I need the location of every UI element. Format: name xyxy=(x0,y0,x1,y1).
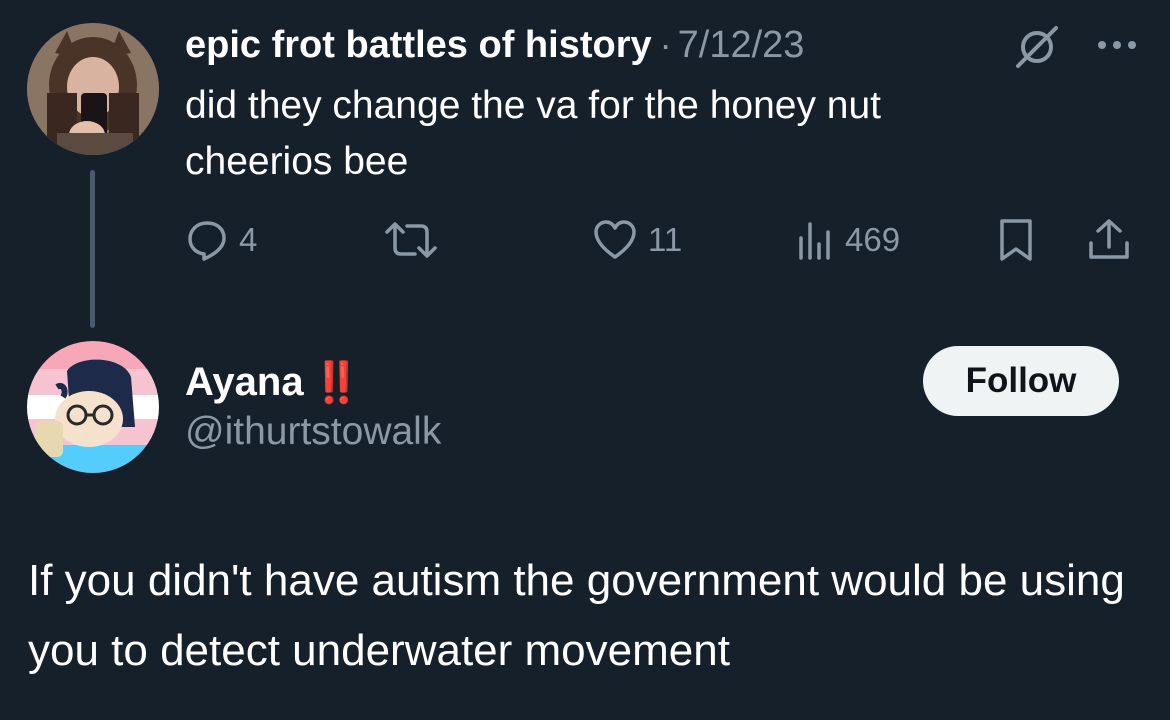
display-name[interactable]: Ayana xyxy=(185,360,304,405)
bookmark-button[interactable] xyxy=(996,212,1036,268)
share-icon xyxy=(1089,219,1129,259)
user-avatar-epic-frot[interactable] xyxy=(27,23,159,155)
reply-count: 4 xyxy=(239,221,258,258)
thread-connector-line xyxy=(90,170,95,328)
reply-author-name-row: Ayana ‼️ xyxy=(185,354,363,410)
like-button[interactable]: 11 xyxy=(592,212,682,268)
bookmark-icon xyxy=(1000,219,1032,261)
avatar-image xyxy=(27,23,159,155)
tweet-date[interactable]: 7/12/23 xyxy=(678,24,805,67)
like-count: 11 xyxy=(648,221,683,258)
reply-icon xyxy=(188,221,226,261)
retweet-icon xyxy=(385,222,437,258)
views-button[interactable]: 469 xyxy=(795,212,900,268)
follow-button[interactable]: Follow xyxy=(923,346,1119,416)
user-handle[interactable]: @ithurtstowalk xyxy=(185,410,441,454)
heart-icon xyxy=(594,220,636,259)
quoted-tweet-text: did they change the va for the honey nut… xyxy=(185,84,882,183)
views-count: 469 xyxy=(845,221,901,258)
share-button[interactable] xyxy=(1086,212,1132,268)
user-avatar-ayana[interactable] xyxy=(27,341,159,473)
retweet-button[interactable] xyxy=(383,212,449,268)
quoted-tweet-header: epic frot battles of history · 7/12/23 xyxy=(185,18,804,72)
reply-tweet-text: If you didn't have autism the government… xyxy=(28,556,1125,675)
more-options-icon[interactable] xyxy=(1093,30,1141,60)
header-separator: · xyxy=(659,24,672,65)
grok-icon[interactable] xyxy=(1012,24,1062,70)
avatar-image xyxy=(27,341,159,473)
reply-button[interactable]: 4 xyxy=(185,212,257,268)
display-name[interactable]: epic frot battles of history xyxy=(185,24,652,67)
double-exclamation-emoji: ‼️ xyxy=(311,360,364,405)
views-icon xyxy=(799,222,830,260)
